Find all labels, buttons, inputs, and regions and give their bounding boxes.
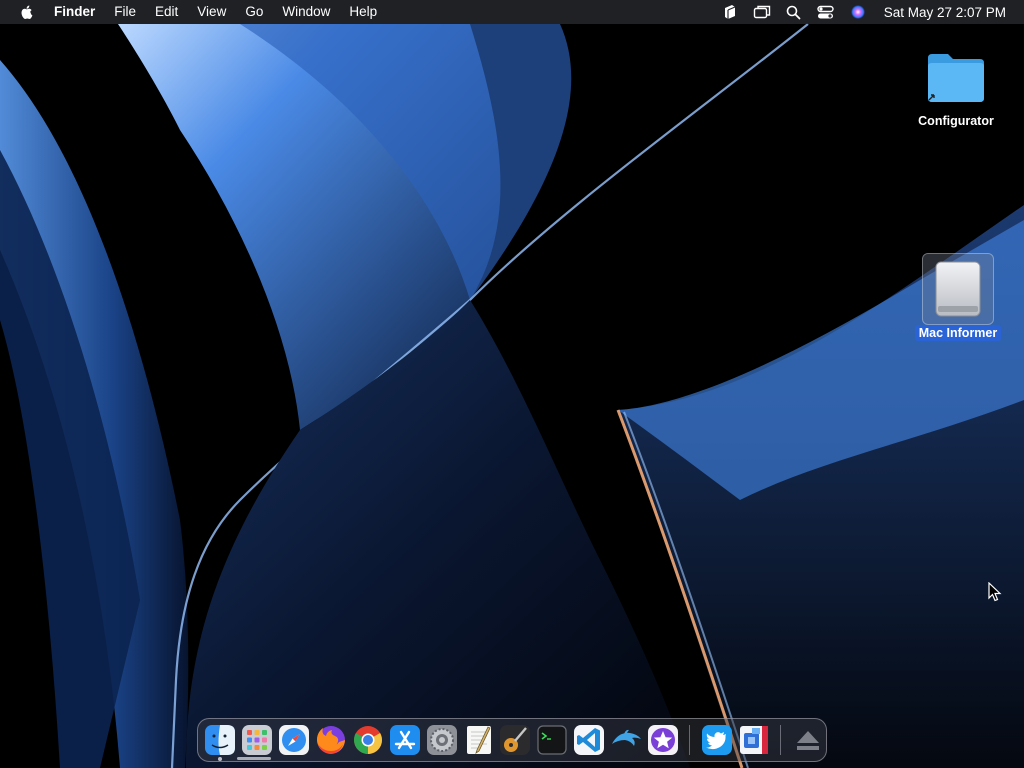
desktop-icon-configurator[interactable]: Configurator [911, 42, 1001, 129]
safari-icon [279, 725, 310, 755]
control-center-icon[interactable] [813, 0, 839, 24]
dock-launchpad-indicator [237, 757, 271, 760]
menu-file[interactable]: File [105, 0, 146, 24]
dock-separator [780, 725, 782, 755]
dock-item-eject[interactable] [791, 724, 824, 757]
desktop-icon-mac-informer[interactable]: Mac Informer [913, 253, 1003, 341]
folder-alias-icon [921, 42, 991, 112]
dock-item-vscode[interactable] [573, 724, 606, 757]
dock-item-imovie[interactable] [647, 724, 680, 757]
dock-item-twitter[interactable] [700, 724, 733, 757]
dock-item-safari[interactable] [278, 724, 311, 757]
dock-item-app-store[interactable] [388, 724, 421, 757]
desktop-wallpaper [0, 0, 1024, 768]
twitter-icon [701, 725, 732, 755]
dock-item-garageband[interactable] [499, 724, 532, 757]
dock-item-launchpad[interactable] [241, 724, 274, 757]
eject-icon [796, 731, 819, 750]
finder-icon [205, 725, 236, 755]
menu-window[interactable]: Window [273, 0, 340, 24]
system-settings-icon [426, 725, 457, 755]
desktop-icon-label: Mac Informer [914, 325, 1002, 341]
imovie-icon [647, 725, 678, 755]
dock-item-system-settings[interactable] [425, 724, 458, 757]
app-store-icon [389, 725, 420, 755]
dock-item-textedit[interactable] [462, 724, 495, 757]
vscode-icon [574, 725, 605, 755]
dock-item-terminal[interactable] [536, 724, 569, 757]
menu-help[interactable]: Help [340, 0, 387, 24]
dock [197, 718, 827, 762]
textedit-icon [466, 726, 491, 754]
dock-separator [689, 725, 691, 755]
garageband-icon [500, 725, 531, 755]
mouse-cursor-icon [988, 582, 1002, 602]
spotlight-search-icon[interactable] [781, 0, 807, 24]
chrome-icon [353, 726, 382, 754]
dock-item-firefox[interactable] [315, 724, 348, 757]
mac-informer-icon [739, 726, 768, 754]
menu-go[interactable]: Go [236, 0, 273, 24]
dock-item-chrome[interactable] [352, 724, 385, 757]
launchpad-icon [242, 725, 273, 755]
firefox-icon [317, 726, 346, 754]
external-drive-icon [922, 253, 994, 325]
menu-bar: Finder File Edit View Go Window Help Sat… [0, 0, 1024, 24]
dock-item-dolphin[interactable] [610, 724, 643, 757]
apple-menu-icon[interactable] [18, 3, 36, 21]
menu-edit[interactable]: Edit [146, 0, 188, 24]
running-indicator [218, 756, 223, 761]
dock-item-finder[interactable] [204, 724, 237, 761]
menu-bar-clock[interactable]: Sat May 27 2:07 PM [874, 5, 1024, 20]
screen-mirror-icon[interactable] [749, 0, 775, 24]
desktop-icon-label: Configurator [918, 114, 994, 128]
menu-view[interactable]: View [188, 0, 236, 24]
terminal-icon [537, 725, 567, 755]
dock-item-mac-informer[interactable] [737, 724, 770, 757]
stack-icon[interactable] [717, 0, 743, 24]
dolphin-icon [612, 729, 642, 746]
siri-icon[interactable] [845, 0, 871, 24]
menu-app-finder[interactable]: Finder [46, 0, 105, 24]
